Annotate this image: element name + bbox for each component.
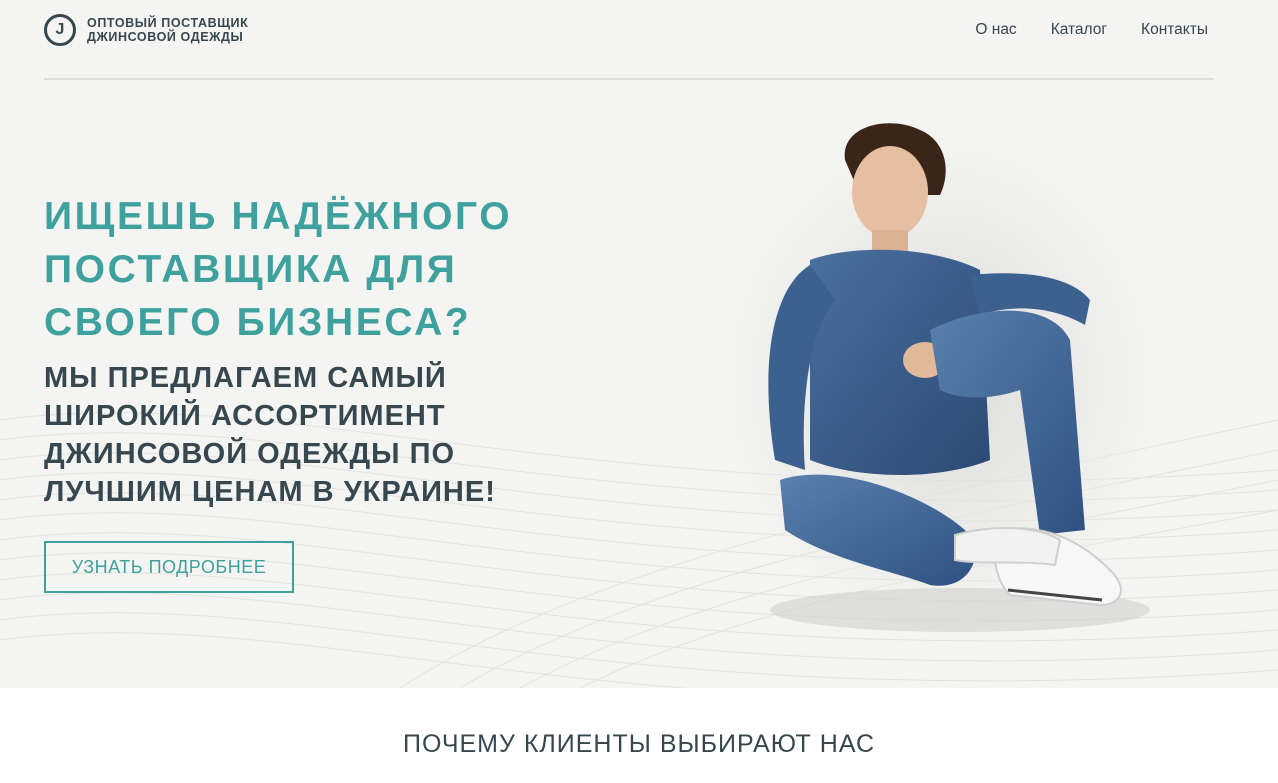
- site-header: J ОПТОВЫЙ ПОСТАВЩИК ДЖИНСОВОЙ ОДЕЖДЫ О н…: [44, 0, 1214, 80]
- hero-section: J ОПТОВЫЙ ПОСТАВЩИК ДЖИНСОВОЙ ОДЕЖДЫ О н…: [0, 0, 1278, 688]
- logo-icon[interactable]: J: [44, 14, 76, 46]
- headline-line: ИЩЕШЬ НАДЁЖНОГО: [44, 195, 513, 238]
- main-nav: О нас Каталог Контакты: [975, 21, 1208, 39]
- logo-line-2: ДЖИНСОВОЙ ОДЕЖДЫ: [87, 30, 244, 44]
- headline-line: ПОСТАВЩИКА ДЛЯ: [44, 248, 458, 291]
- logo-text[interactable]: ОПТОВЫЙ ПОСТАВЩИК ДЖИНСОВОЙ ОДЕЖДЫ: [87, 16, 248, 44]
- hero-model-image: [700, 110, 1180, 650]
- learn-more-button[interactable]: УЗНАТЬ ПОДРОБНЕЕ: [44, 541, 294, 593]
- nav-link-about[interactable]: О нас: [975, 21, 1016, 39]
- why-choose-us-title: ПОЧЕМУ КЛИЕНТЫ ВЫБИРАЮТ НАС: [402, 730, 876, 758]
- subheadline-line: ШИРОКИЙ АССОРТИМЕНТ: [44, 400, 446, 432]
- headline-line: СВОЕГО БИЗНЕСА?: [44, 301, 472, 344]
- nav-link-contacts[interactable]: Контакты: [1141, 21, 1208, 39]
- subheadline-line: МЫ ПРЕДЛАГАЕМ САМЫЙ: [44, 362, 447, 394]
- subheadline-line: ДЖИНСОВОЙ ОДЕЖДЫ ПО: [44, 438, 456, 470]
- subheadline-line: ЛУЧШИМ ЦЕНАМ В УКРАИНЕ!: [44, 476, 496, 508]
- hero-subheadline: МЫ ПРЕДЛАГАЕМ САМЫЙ ШИРОКИЙ АССОРТИМЕНТ …: [44, 359, 664, 511]
- logo-line-1: ОПТОВЫЙ ПОСТАВЩИК: [87, 16, 249, 30]
- hero-headline: ИЩЕШЬ НАДЁЖНОГО ПОСТАВЩИКА ДЛЯ СВОЕГО БИ…: [44, 190, 644, 349]
- nav-link-catalog[interactable]: Каталог: [1051, 21, 1107, 39]
